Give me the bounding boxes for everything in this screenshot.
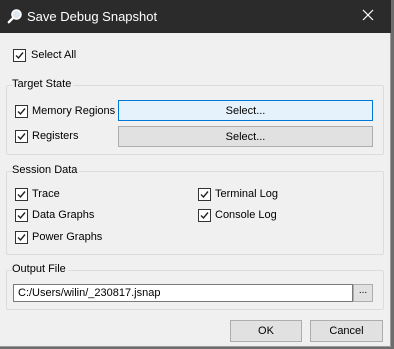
checkmark-icon [200,191,209,199]
window-title: Save Debug Snapshot [27,9,158,24]
memory-regions-checkbox[interactable] [15,105,28,118]
cancel-label: Cancel [329,325,364,337]
console-log-checkbox[interactable] [198,209,211,222]
output-file-path-input[interactable]: C:/Users/wilin/_230817.jsnap [13,284,353,302]
target-state-title: Target State [12,78,74,90]
save-debug-snapshot-dialog: Save Debug Snapshot Select All Target St… [0,0,391,347]
terminal-log-label[interactable]: Terminal Log [215,188,278,200]
checkmark-icon [200,212,209,220]
checkmark-icon [17,212,26,220]
ok-label: OK [258,325,274,337]
trace-checkbox[interactable] [15,188,28,201]
checkmark-icon [17,234,26,242]
memory-regions-select-button[interactable]: Select... [118,100,373,121]
browse-label: ... [358,285,368,296]
session-data-title: Session Data [12,164,80,176]
registers-checkbox[interactable] [15,130,28,143]
select-all-checkbox[interactable] [13,49,26,62]
select-all-label[interactable]: Select All [31,49,76,61]
title-bar[interactable]: Save Debug Snapshot [0,0,391,33]
browse-button[interactable]: ... [353,284,373,302]
memory-regions-label[interactable]: Memory Regions [32,105,115,117]
checkmark-icon [15,52,24,60]
memory-regions-select-label: Select... [225,104,266,117]
checkmark-icon [17,191,26,199]
cancel-button[interactable]: Cancel [310,320,383,342]
close-icon [362,9,374,24]
power-graphs-label[interactable]: Power Graphs [32,231,102,243]
terminal-log-checkbox[interactable] [198,188,211,201]
output-file-title: Output File [12,263,68,275]
registers-label[interactable]: Registers [32,130,78,142]
close-button[interactable] [345,0,391,33]
power-graphs-checkbox[interactable] [15,231,28,244]
data-graphs-label[interactable]: Data Graphs [32,209,94,221]
data-graphs-checkbox[interactable] [15,209,28,222]
registers-select-button[interactable]: Select... [118,126,373,147]
checkmark-icon [17,108,26,116]
magnifier-icon [7,8,23,24]
ok-button[interactable]: OK [230,320,302,342]
console-log-label[interactable]: Console Log [215,209,277,221]
registers-select-label: Select... [225,130,266,143]
checkmark-icon [17,133,26,141]
trace-label[interactable]: Trace [32,188,60,200]
